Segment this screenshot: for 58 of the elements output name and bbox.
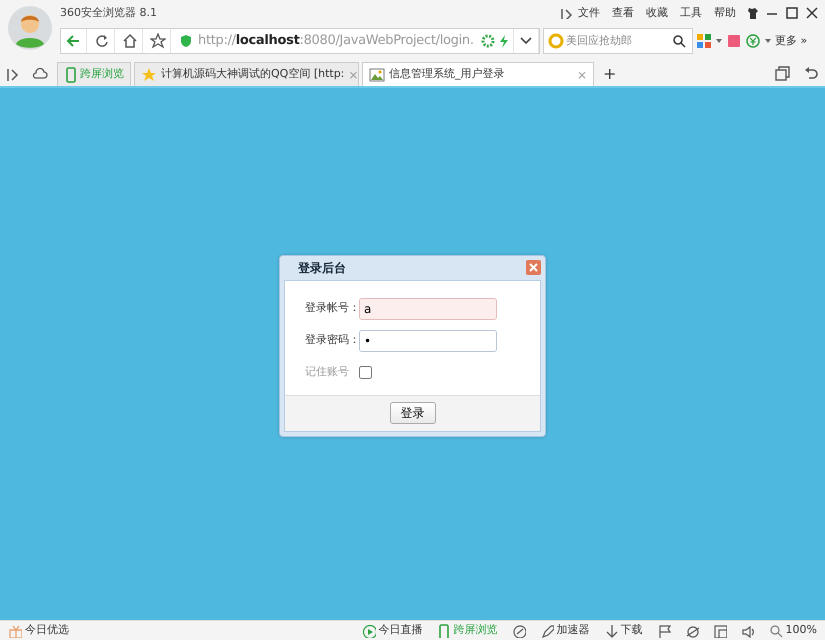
window-title: 360安全浏览器 8.1 <box>60 4 157 21</box>
browser-tab[interactable]: 信息管理系统_用户登录 × <box>362 62 594 86</box>
back-icon[interactable] <box>66 33 82 49</box>
undo-icon[interactable] <box>803 66 819 82</box>
phone-icon <box>64 66 76 82</box>
windows-icon[interactable] <box>775 66 791 82</box>
field-label: 登录密码： <box>305 332 359 348</box>
picture-icon <box>369 66 385 82</box>
sidebar-icon[interactable] <box>6 67 20 81</box>
address-bar[interactable]: http://localhost:8080/JavaWebProject/login. <box>60 28 540 54</box>
login-button[interactable]: 登录 <box>390 402 436 424</box>
notebook-icon[interactable] <box>726 33 742 49</box>
gift-icon <box>8 624 22 638</box>
star-icon <box>141 66 157 82</box>
shirt-icon[interactable] <box>745 6 759 20</box>
close-icon[interactable] <box>805 6 819 20</box>
menu-item[interactable]: 收藏 <box>640 4 674 22</box>
menu-item[interactable]: 帮助 <box>708 4 742 22</box>
play-icon[interactable] <box>362 624 376 638</box>
browser-tab[interactable]: 计算机源码大神调试的QQ空间 [http: × <box>134 62 359 86</box>
input-field[interactable]: a <box>359 298 497 320</box>
more-link[interactable]: 更多 » <box>775 32 814 50</box>
new-tab-button[interactable]: + <box>597 62 622 86</box>
menu-item[interactable]: 文件 <box>572 4 606 22</box>
phone-icon[interactable] <box>436 624 451 638</box>
caret-icon[interactable] <box>764 37 772 45</box>
ie-icon[interactable] <box>684 624 699 638</box>
shield-icon <box>179 34 193 48</box>
input-field[interactable]: • <box>359 330 497 352</box>
status-link[interactable]: 今日直播 <box>378 622 423 639</box>
zoom-icon[interactable] <box>768 624 783 638</box>
apps-icon[interactable] <box>696 33 712 49</box>
avatar-icon[interactable] <box>8 6 52 50</box>
menu-item[interactable]: 工具 <box>674 4 708 22</box>
lightning-icon[interactable] <box>497 34 511 48</box>
dialog-title: 登录后台 <box>298 260 346 276</box>
remember-checkbox[interactable] <box>359 366 372 379</box>
window-icon[interactable] <box>712 624 727 638</box>
status-link[interactable]: 下载 <box>620 622 643 639</box>
flag-icon[interactable] <box>656 624 671 638</box>
url-text[interactable]: http://localhost:8080/JavaWebProject/login. <box>195 31 479 51</box>
maximize-icon[interactable] <box>785 6 799 20</box>
star-icon[interactable] <box>150 33 166 49</box>
reload-icon[interactable] <box>94 33 110 49</box>
status-link[interactable]: 100% <box>786 622 817 639</box>
status-link[interactable]: 今日优选 <box>25 622 69 639</box>
download-icon[interactable] <box>604 624 618 638</box>
caret-icon[interactable] <box>715 37 723 45</box>
chevron-icon[interactable] <box>560 7 572 19</box>
field-label: 登录帐号： <box>305 300 359 316</box>
search-box[interactable]: 美回应抢劫郎 <box>543 28 693 54</box>
search-icon[interactable] <box>672 34 686 48</box>
coin-icon[interactable] <box>745 33 761 49</box>
home-icon[interactable] <box>122 33 138 49</box>
checkbox-label: 记住账号 <box>305 364 350 380</box>
menu-item[interactable]: 查看 <box>606 4 640 22</box>
volume-icon[interactable] <box>740 624 755 638</box>
status-link[interactable]: 加速器 <box>556 622 590 639</box>
